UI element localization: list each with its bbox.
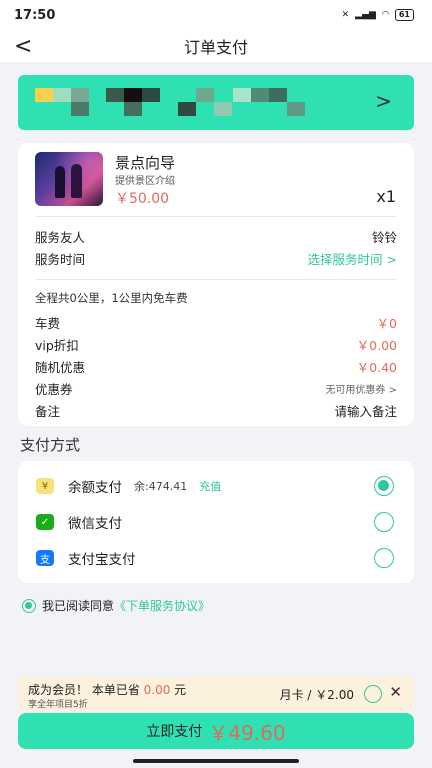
member-promo-bar[interactable]: 成为会员！ 本单已省 0.00 元 享全年项目5折 月卡 / ￥2.00 ✕ <box>18 677 414 711</box>
pay-now-amount: ￥49.60 <box>208 720 286 745</box>
mosaic-block <box>35 88 53 102</box>
service-time-label: 服务时间 <box>35 252 86 267</box>
note-row[interactable]: 备注 请输入备注 <box>35 401 397 420</box>
mosaic-block <box>251 88 269 102</box>
alipay-icon: 支 <box>36 550 54 566</box>
agreement-row[interactable]: 我已阅读同意 《下单服务协议》 <box>22 597 210 614</box>
alipay-label: 支付宝支付 <box>68 552 136 568</box>
note-label: 备注 <box>35 404 61 419</box>
product-qty: x1 <box>376 187 396 206</box>
mosaic-block <box>269 88 287 102</box>
product-image <box>35 152 103 206</box>
divider <box>35 279 397 280</box>
divider <box>35 216 397 217</box>
wifi-icon: ◠ <box>381 10 389 20</box>
mosaic-block <box>124 88 142 102</box>
nav-bar: < 订单支付 <box>0 30 432 62</box>
service-friend-row: 服务友人 铃铃 <box>35 227 397 246</box>
pay-now-button[interactable]: 立即支付 ￥49.60 <box>18 713 414 749</box>
mosaic-block <box>71 102 89 116</box>
pay-option-balance[interactable]: ¥ 余额支付 余:474.41 充值 <box>36 475 394 497</box>
service-friend-value: 铃铃 <box>371 230 397 245</box>
car-fee-label: 车费 <box>35 316 61 331</box>
status-bar: 17:50 ✕ ▂▄▆ ◠ 61 <box>0 0 432 30</box>
service-time-row[interactable]: 服务时间 选择服务时间 > <box>35 249 397 268</box>
battery-icon: 61 <box>394 9 414 21</box>
signal-icon: ▂▄▆ <box>355 10 376 20</box>
vip-value: ￥0.00 <box>356 338 397 353</box>
alipay-radio[interactable] <box>374 548 394 568</box>
member-title: 成为会员！ 本单已省 0.00 元 <box>28 683 187 697</box>
coupon-label: 优惠券 <box>35 382 73 397</box>
product-desc: 提供景区介绍 <box>115 176 175 187</box>
status-time: 17:50 <box>14 7 56 23</box>
coupon-value[interactable]: 无可用优惠券 > <box>325 381 397 396</box>
car-fee-value: ￥0 <box>376 316 397 331</box>
product-price: ￥50.00 <box>115 191 170 207</box>
note-input[interactable]: 请输入备注 <box>334 401 397 420</box>
random-discount-value: ￥0.40 <box>356 360 397 375</box>
payment-card: ¥ 余额支付 余:474.41 充值 ✓ 微信支付 支 支付宝支付 <box>18 461 414 583</box>
wechat-label: 微信支付 <box>68 516 122 532</box>
mosaic-block <box>142 88 160 102</box>
agreement-text: 我已阅读同意 <box>42 599 115 613</box>
mosaic-block <box>214 102 232 116</box>
back-icon[interactable]: < <box>14 34 32 59</box>
mosaic-block <box>53 88 71 102</box>
close-icon[interactable]: ✕ <box>389 683 402 701</box>
mosaic-block <box>71 88 89 102</box>
random-discount-row: 随机优惠 ￥0.40 <box>35 357 397 376</box>
service-time-select[interactable]: 选择服务时间 > <box>308 249 397 268</box>
balance-radio[interactable] <box>374 476 394 496</box>
pay-option-alipay[interactable]: 支 支付宝支付 <box>36 547 394 569</box>
pay-now-label: 立即支付 <box>146 724 203 740</box>
pay-option-wechat[interactable]: ✓ 微信支付 <box>36 511 394 533</box>
wallet-icon: ¥ <box>36 478 54 494</box>
agreement-link[interactable]: 《下单服务协议》 <box>114 597 210 614</box>
member-saved: 0.00 <box>143 683 171 697</box>
balance-label: 余额支付 <box>68 480 122 496</box>
random-discount-label: 随机优惠 <box>35 360 86 375</box>
agreement-checkbox[interactable] <box>22 598 36 613</box>
distance-row: 全程共0公里，1公里内免车费 <box>35 290 397 306</box>
mosaic-block <box>233 88 251 102</box>
page-title: 订单支付 <box>183 38 248 57</box>
mosaic-block <box>287 102 305 116</box>
mosaic-block <box>178 102 196 116</box>
coupon-row[interactable]: 优惠券 无可用优惠券 > <box>35 379 397 398</box>
mosaic-block <box>196 88 214 102</box>
chevron-right-icon: > <box>375 89 392 113</box>
vip-row: vip折扣 ￥0.00 <box>35 335 397 354</box>
status-icons: ✕ ▂▄▆ ◠ 61 <box>342 9 414 21</box>
payment-section-title: 支付方式 <box>20 436 81 454</box>
home-indicator[interactable] <box>133 759 299 763</box>
car-fee-row: 车费 ￥0 <box>35 313 397 332</box>
member-sub: 享全年项目5折 <box>28 700 88 710</box>
mosaic-block <box>124 102 142 116</box>
service-friend-label: 服务友人 <box>35 230 86 245</box>
product-name: 景点向导 <box>115 154 176 172</box>
address-banner[interactable]: > <box>18 75 414 130</box>
wechat-icon: ✓ <box>36 514 54 530</box>
mosaic-block <box>106 88 124 102</box>
member-radio[interactable] <box>364 685 382 703</box>
mute-icon: ✕ <box>341 10 350 20</box>
order-card: 景点向导 提供景区介绍 ￥50.00 x1 服务友人 铃铃 服务时间 选择服务时… <box>18 143 414 426</box>
wechat-radio[interactable] <box>374 512 394 532</box>
distance-text: 全程共0公里，1公里内免车费 <box>35 291 188 305</box>
vip-label: vip折扣 <box>35 338 79 353</box>
member-card-price: 月卡 / ￥2.00 <box>279 688 354 702</box>
balance-amount: 余:474.41 <box>134 480 188 493</box>
recharge-link[interactable]: 充值 <box>199 478 221 494</box>
